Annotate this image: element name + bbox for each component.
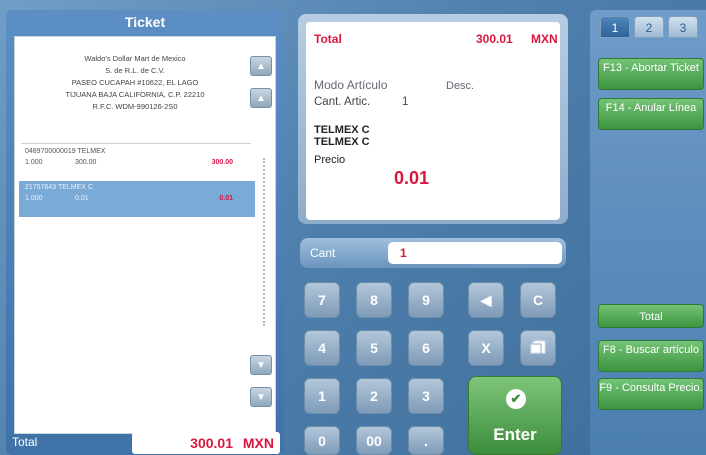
abort-ticket-button[interactable]: F13 - Abortar Ticket [598, 58, 704, 90]
ticket-line-item-selected[interactable]: 21757643 TELMEX C 1.000 0.01 0.01 [19, 181, 255, 217]
scroll-down-icon: ▼ [256, 359, 266, 371]
scroll-up-icon: ▲ [256, 60, 266, 72]
cancel-button[interactable]: X [468, 330, 504, 366]
ticket-panel: Ticket Waldo's Dollar Mart de Mexico S. … [6, 10, 284, 455]
display-total-value: 300.01 [476, 32, 513, 46]
item-amount: 0.01 [219, 195, 233, 202]
function-panel: 1 2 3 F13 - Abortar Ticket F14 - Anular … [590, 10, 706, 455]
void-line-button[interactable]: F14 - Anular Línea [598, 98, 704, 130]
total-button[interactable]: Total [598, 304, 704, 328]
display-total-label: Total [314, 32, 342, 46]
scroll-up-button[interactable]: ▲ [250, 56, 272, 76]
ticket-paper: Waldo's Dollar Mart de Mexico S. de R.L.… [14, 36, 276, 434]
key-5[interactable]: 5 [356, 330, 392, 366]
scroll-up-fast-button[interactable]: ▲ [250, 88, 272, 108]
enter-button[interactable]: ✔ Enter [468, 376, 562, 455]
scroll-down-button[interactable]: ▼ [250, 355, 272, 375]
drawer-icon [529, 339, 547, 358]
header-line-2: S. de R.L. de C.V. [105, 66, 165, 75]
desc-line-2: TELMEX C [314, 136, 370, 148]
cash-drawer-button[interactable] [520, 330, 556, 366]
item-qty: 1.000 [25, 195, 43, 202]
scroll-bottom-icon: ▼ [256, 391, 266, 403]
display-currency: MXN [531, 32, 558, 46]
total-label: Total [12, 435, 38, 449]
backspace-button[interactable]: ◀ [468, 282, 504, 318]
key-9[interactable]: 9 [408, 282, 444, 318]
search-item-button[interactable]: F8 - Buscar artículo [598, 340, 704, 372]
quantity-row: Cant 1 [300, 238, 566, 268]
item-display: Total 300.01 MXN Modo Artículo Desc. Can… [298, 14, 568, 224]
header-line-1: Waldo's Dollar Mart de Mexico [84, 54, 186, 63]
tab-page-2[interactable]: 2 [634, 16, 664, 38]
key-7[interactable]: 7 [304, 282, 340, 318]
check-icon: ✔ [506, 389, 526, 409]
ticket-title: Ticket [124, 14, 166, 30]
mode-label: Modo Artículo [314, 78, 388, 92]
clear-button[interactable]: C [520, 282, 556, 318]
key-decimal[interactable]: . [408, 426, 444, 455]
price-label: Precio [314, 154, 346, 166]
header-line-3: PASEO CUCAPAH #10622, EL LAGO [71, 78, 199, 87]
key-1[interactable]: 1 [304, 378, 340, 414]
quantity-label: Cant [310, 246, 336, 260]
display-screen: Total 300.01 MXN Modo Artículo Desc. Can… [306, 22, 560, 220]
key-2[interactable]: 2 [356, 378, 392, 414]
total-currency: MXN [242, 435, 274, 451]
price-check-button[interactable]: F9 - Consulta Precio. [598, 378, 704, 410]
enter-label: Enter [493, 425, 537, 444]
tab-page-3[interactable]: 3 [668, 16, 698, 38]
total-value: 300.01 [190, 435, 233, 451]
backspace-icon: ◀ [480, 291, 492, 308]
desc-line-1: TELMEX C [314, 124, 370, 136]
item-unit-price: 0.01 [75, 195, 89, 202]
item-qty: 1.000 [25, 159, 43, 166]
price-value: 0.01 [394, 168, 430, 188]
key-6[interactable]: 6 [408, 330, 444, 366]
key-4[interactable]: 4 [304, 330, 340, 366]
tab-page-1[interactable]: 1 [600, 16, 630, 38]
item-amount: 300.00 [211, 159, 233, 166]
item-description: TELMEX C TELMEX C [314, 124, 370, 148]
scroll-bottom-button[interactable]: ▼ [250, 387, 272, 407]
ticket-divider [21, 143, 251, 144]
quantity-input[interactable]: 1 [388, 242, 562, 264]
header-line-4: TIJUANA BAJA CALIFORNIA, C.P. 22210 [65, 90, 205, 99]
key-3[interactable]: 3 [408, 378, 444, 414]
key-0[interactable]: 0 [304, 426, 340, 455]
total-amount-box: 300.01 MXN [132, 432, 280, 454]
header-line-5: R.F.C. WDM-990126-2S0 [92, 102, 178, 111]
qty-label: Cant. Artic. [314, 96, 371, 108]
ticket-total-bar: Total 300.01 MXN [6, 430, 280, 455]
key-00[interactable]: 00 [356, 426, 392, 455]
ticket-line-item[interactable]: 0489700000019 TELMEX 1.000 300.00 300.00 [19, 145, 255, 181]
item-code: 0489700000019 TELMEX [25, 148, 106, 155]
item-code: 21757643 TELMEX C [25, 184, 93, 191]
desc-label: Desc. [446, 80, 475, 92]
scroll-up-icon: ▲ [256, 92, 266, 104]
item-unit-price: 300.00 [75, 159, 97, 166]
qty-value: 1 [402, 96, 409, 108]
scroll-track[interactable] [263, 158, 265, 326]
key-8[interactable]: 8 [356, 282, 392, 318]
ticket-header: Waldo's Dollar Mart de Mexico S. de R.L.… [15, 53, 255, 113]
